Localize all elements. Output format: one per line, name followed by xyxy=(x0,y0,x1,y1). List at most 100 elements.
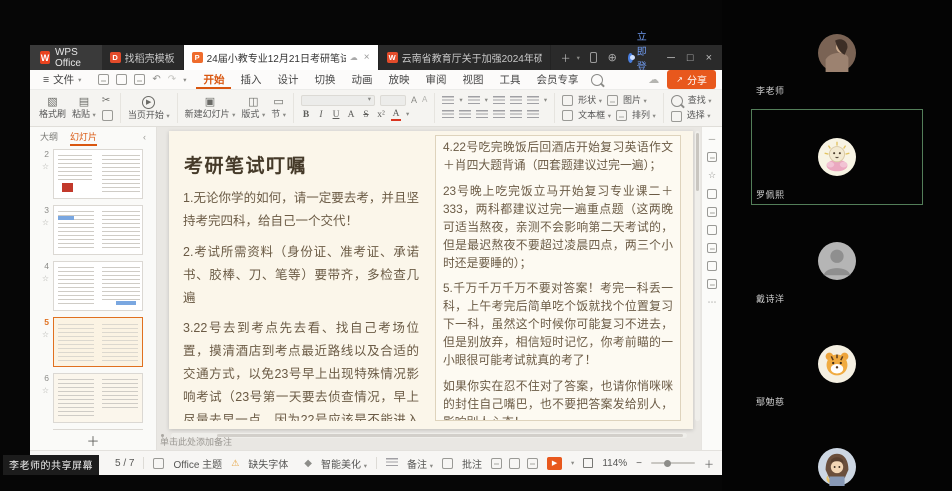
thumbnail-row[interactable]: 3☆ xyxy=(36,205,154,255)
line-spacing-icon[interactable] xyxy=(527,96,539,106)
doc-tab-active[interactable]: P 24届小教专业12月21日考研笔试 ☁ × xyxy=(184,45,379,70)
highlight-caret-icon[interactable]: ▾ xyxy=(406,112,409,119)
preview-icon[interactable] xyxy=(134,74,145,85)
current-slide[interactable]: 考研笔试叮嘱 1.无论你学的如何，请一定要去考，并且坚持考完四科，给自己一个交代… xyxy=(169,131,693,429)
star-icon[interactable]: ☆ xyxy=(42,274,49,283)
zoom-slider[interactable] xyxy=(651,462,695,464)
new-slide-button[interactable]: ▣ 新建幻灯片 ▾ xyxy=(185,97,236,120)
slide-thumb-5-selected[interactable] xyxy=(53,317,143,367)
shrink-font-icon[interactable]: A xyxy=(422,96,427,104)
save-icon[interactable] xyxy=(98,74,109,85)
participant-tile[interactable]: 鄢勉慈 xyxy=(752,317,922,411)
align-left-icon[interactable] xyxy=(442,110,454,120)
more-icon[interactable]: ▾ xyxy=(183,76,186,84)
zoom-level[interactable]: 114% xyxy=(602,458,627,469)
thumbnail-row[interactable]: 6☆ xyxy=(36,373,154,423)
more-tools-icon[interactable]: ⋯ xyxy=(708,297,717,308)
favorites-icon[interactable]: ☆ xyxy=(708,170,716,181)
paste-button[interactable]: ▤ 粘贴 ▾ xyxy=(72,97,96,120)
align-center-icon[interactable] xyxy=(459,110,471,120)
menu-animation[interactable]: 动画 xyxy=(344,70,379,89)
zoom-in-button[interactable]: ＋ xyxy=(704,456,714,471)
indent-increase-icon[interactable] xyxy=(510,96,522,106)
superscript-button[interactable]: x² xyxy=(376,111,386,121)
strike-button[interactable]: S xyxy=(361,111,371,121)
thumbnail-row[interactable]: 2☆ xyxy=(36,149,154,199)
slide-thumb-7[interactable]: THANKS xyxy=(53,429,143,430)
outline-tab[interactable]: 大纲 xyxy=(40,127,58,146)
minimize-button[interactable]: ─ xyxy=(667,52,675,64)
tab-close-icon[interactable]: × xyxy=(362,52,370,63)
redo-icon[interactable]: ↷ xyxy=(168,74,176,85)
participant-tile[interactable] xyxy=(752,420,922,491)
slide-thumb-3[interactable] xyxy=(53,205,143,255)
animation-pane-icon[interactable] xyxy=(707,225,717,235)
star-icon[interactable]: ☆ xyxy=(42,330,49,339)
menu-member[interactable]: 会员专享 xyxy=(529,70,585,89)
doc-tab-document[interactable]: W 云南省教育厅关于加强2024年硕士研 xyxy=(379,45,551,70)
font-color-button[interactable]: A xyxy=(391,110,401,122)
slide-right-textbox[interactable]: 4.22号吃完晚饭后回酒店开始复习英语作文＋肖四大题背诵（四套题建议过完一遍）；… xyxy=(435,135,681,421)
menu-view[interactable]: 视图 xyxy=(455,70,490,89)
globe-icon[interactable]: ⊕ xyxy=(608,51,617,64)
grow-font-icon[interactable]: A xyxy=(411,96,417,105)
char-effect-button[interactable]: A xyxy=(346,111,356,121)
arrange-button[interactable]: 排列 ▾ xyxy=(632,111,656,121)
play-from-current-button[interactable]: ▶ 当页开始 ▾ xyxy=(128,96,170,121)
bullets-icon[interactable] xyxy=(442,96,454,106)
font-size-select[interactable] xyxy=(380,95,406,106)
section-button[interactable]: ▭ 节 ▾ xyxy=(271,97,286,120)
file-menu[interactable]: ≡ 文件 ▾ xyxy=(36,72,88,87)
menu-tools[interactable]: 工具 xyxy=(492,70,527,89)
slideshow-play-button[interactable]: ▶ xyxy=(547,457,562,470)
star-icon[interactable]: ☆ xyxy=(42,218,49,227)
resources-icon[interactable] xyxy=(707,189,717,199)
collapse-panel-icon[interactable]: ‹ xyxy=(143,132,146,142)
menu-slideshow[interactable]: 放映 xyxy=(381,70,416,89)
picture-button[interactable]: 图片 ▾ xyxy=(623,96,647,106)
thumbnail-row[interactable]: 7☆ THANKS xyxy=(36,429,154,430)
participant-tile-active-speaker[interactable]: 罗佩熙 xyxy=(751,109,923,205)
template-icon[interactable] xyxy=(707,207,717,217)
slide-layout-icon[interactable] xyxy=(707,243,717,253)
sorter-view-icon[interactable] xyxy=(509,458,520,469)
justify-icon[interactable] xyxy=(493,110,505,120)
collapse-strip-icon[interactable]: ─ xyxy=(709,134,715,144)
indent-decrease-icon[interactable] xyxy=(493,96,505,106)
play-options-caret[interactable]: ▾ xyxy=(571,459,574,467)
notes-hint[interactable]: 单击此处添加备注 xyxy=(160,435,232,448)
vertical-scrollbar[interactable] xyxy=(695,131,700,421)
doc-tab-docer[interactable]: D 找稻壳模板 xyxy=(102,45,184,70)
fit-window-icon[interactable] xyxy=(583,458,593,468)
shapes-button[interactable]: 形状 ▾ xyxy=(578,96,602,106)
menu-transition[interactable]: 切换 xyxy=(307,70,342,89)
menu-review[interactable]: 审阅 xyxy=(418,70,453,89)
share-button[interactable]: ↗ 分享 xyxy=(667,70,716,89)
slides-tab[interactable]: 幻灯片 xyxy=(70,127,97,146)
italic-button[interactable]: I xyxy=(316,111,326,121)
format-painter-button[interactable]: ▧ 格式刷 xyxy=(39,97,66,119)
copy-icon[interactable] xyxy=(102,110,113,121)
editing-canvas[interactable]: 考研笔试叮嘱 1.无论你学的如何，请一定要去考，并且坚持考完四科，给自己一个交代… xyxy=(157,127,701,450)
undo-icon[interactable]: ↶ xyxy=(152,74,160,85)
missing-font-label[interactable]: 缺失字体 xyxy=(248,456,288,471)
bold-button[interactable]: B xyxy=(301,111,311,121)
new-tab-button[interactable]: ＋ ▾ xyxy=(551,45,590,70)
reading-view-icon[interactable] xyxy=(527,458,538,469)
find-button[interactable]: 查找 ▾ xyxy=(688,96,712,106)
numbering-icon[interactable] xyxy=(468,96,480,106)
horizontal-scrollbar[interactable] xyxy=(171,433,687,438)
align-right-icon[interactable] xyxy=(476,110,488,120)
menu-insert[interactable]: 插入 xyxy=(233,70,268,89)
add-slide-button[interactable]: ＋ xyxy=(30,430,156,450)
star-icon[interactable]: ☆ xyxy=(42,386,49,395)
print-icon[interactable] xyxy=(116,74,127,85)
properties-icon[interactable] xyxy=(707,152,717,162)
slide-left-textbox[interactable]: 考研笔试叮嘱 1.无论你学的如何，请一定要去考，并且坚持考完四科，给自己一个交代… xyxy=(183,135,419,421)
close-button[interactable]: × xyxy=(706,52,712,64)
underline-button[interactable]: U xyxy=(331,111,341,121)
wps-home-button[interactable]: W WPS Office xyxy=(30,45,102,70)
menu-home[interactable]: 开始 xyxy=(196,70,231,89)
slide-thumb-2[interactable] xyxy=(53,149,143,199)
textbox-button[interactable]: 文本框 ▾ xyxy=(578,111,611,121)
